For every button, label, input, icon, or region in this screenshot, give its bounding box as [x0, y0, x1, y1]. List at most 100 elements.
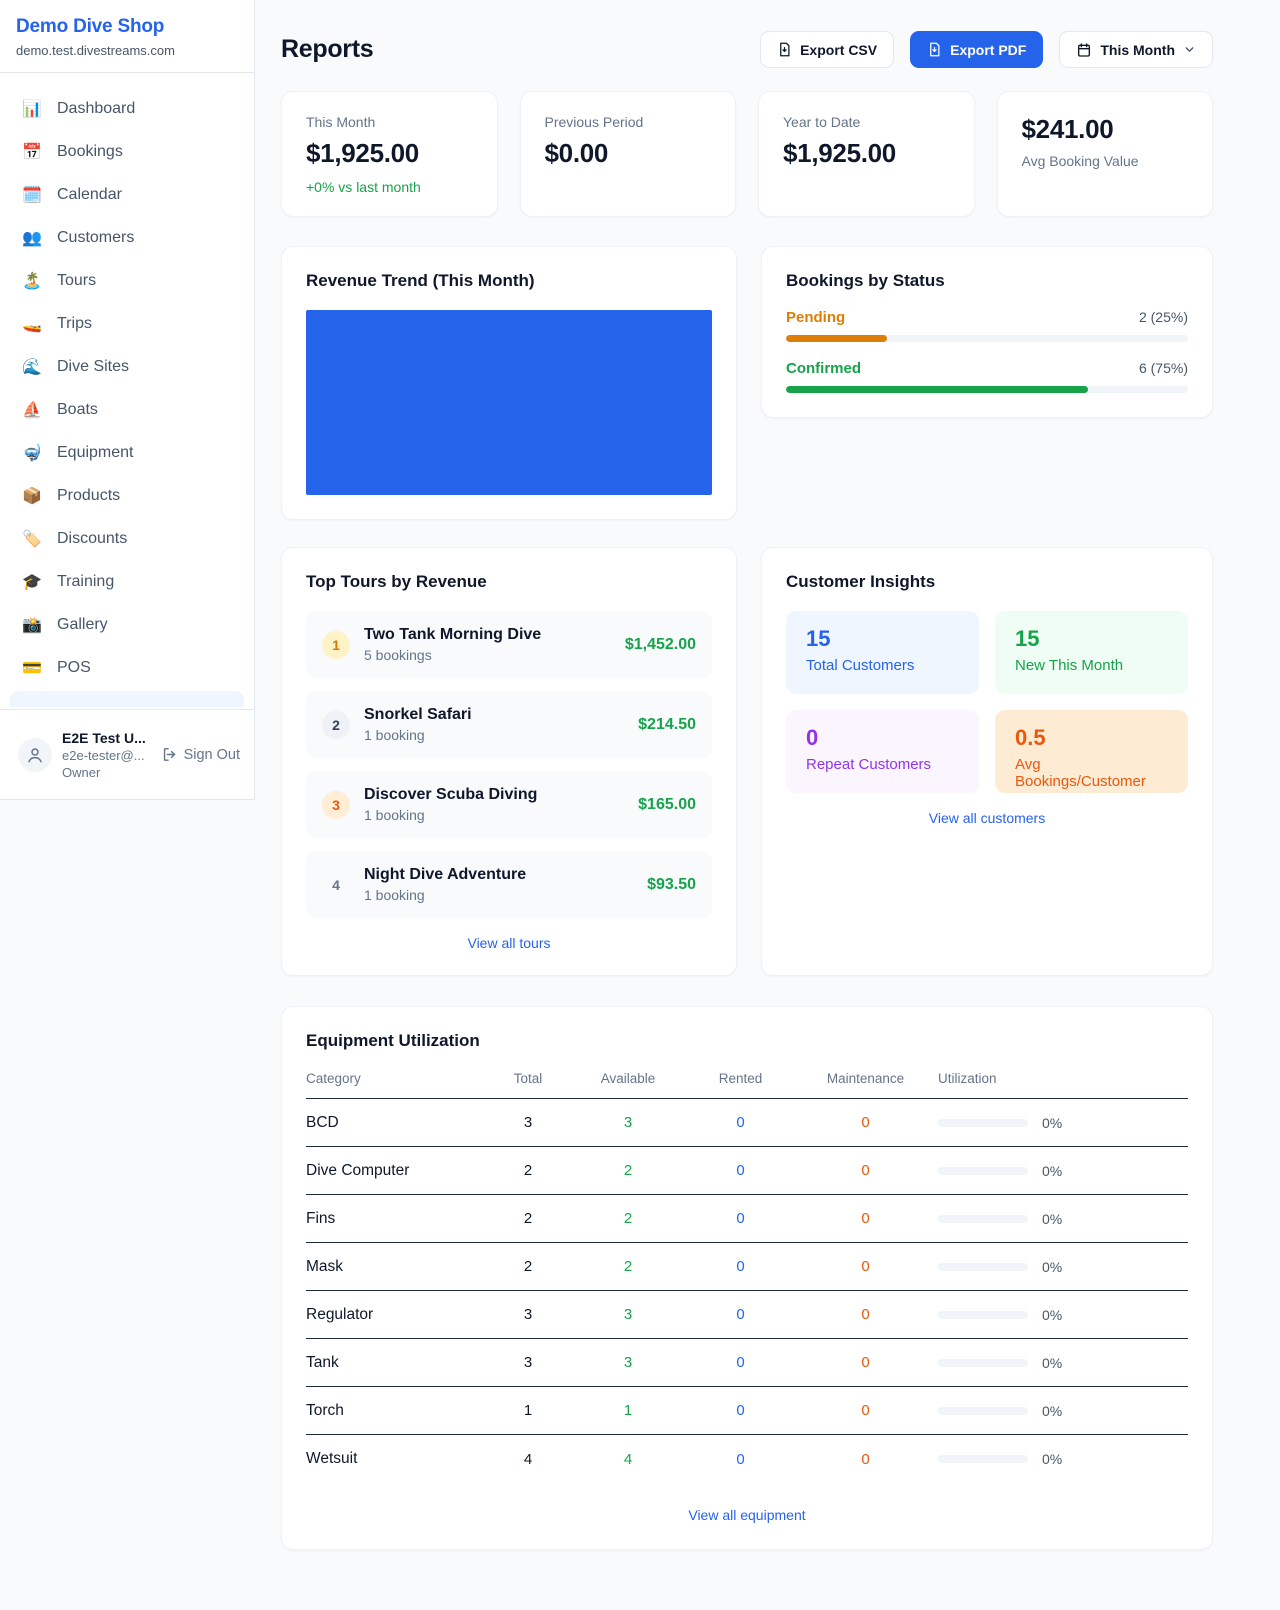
main-content: Reports Export CSV Export PDF This Month — [281, 31, 1213, 1550]
sidebar-item-reports-partial[interactable] — [10, 691, 244, 707]
cell-available: 2 — [568, 1210, 688, 1227]
insight-tile-total-customers: 15 Total Customers — [786, 611, 979, 694]
camera-icon: 📸 — [20, 615, 44, 635]
cell-available: 3 — [568, 1114, 688, 1131]
tour-bookings: 1 booking — [364, 887, 647, 903]
sidebar-item-equipment[interactable]: 🤿 Equipment — [10, 431, 244, 474]
sailboat-icon: ⛵ — [20, 400, 44, 420]
tour-row[interactable]: 3 Discover Scuba Diving 1 booking $165.0… — [306, 771, 712, 838]
sidebar-item-customers[interactable]: 👥 Customers — [10, 216, 244, 259]
revenue-trend-title: Revenue Trend (This Month) — [306, 271, 712, 291]
cell-maintenance: 0 — [793, 1258, 938, 1275]
utilization-bar — [938, 1119, 1028, 1127]
sidebar-item-label: Calendar — [57, 186, 122, 204]
export-pdf-button[interactable]: Export PDF — [910, 31, 1043, 68]
people-icon: 👥 — [20, 228, 44, 248]
customer-insights-title: Customer Insights — [786, 572, 1188, 592]
sidebar-item-label: Dive Sites — [57, 358, 129, 376]
avatar — [18, 738, 52, 772]
view-all-customers-link[interactable]: View all customers — [786, 810, 1188, 826]
col-header-available: Available — [568, 1071, 688, 1086]
cell-rented: 0 — [688, 1354, 793, 1371]
sidebar-item-training[interactable]: 🎓 Training — [10, 560, 244, 603]
cell-rented: 0 — [688, 1306, 793, 1323]
tour-row[interactable]: 4 Night Dive Adventure 1 booking $93.50 — [306, 851, 712, 918]
status-count: 2 (25%) — [1139, 309, 1188, 325]
stat-card-this-month: This Month $1,925.00 +0% vs last month — [281, 91, 498, 217]
col-header-rented: Rented — [688, 1071, 793, 1086]
sidebar-item-label: Trips — [57, 315, 92, 333]
insight-label: Repeat Customers — [806, 756, 959, 773]
insight-label: Total Customers — [806, 657, 959, 674]
tour-amount: $214.50 — [638, 716, 696, 734]
insight-value: 0 — [806, 725, 959, 751]
stat-value: $1,925.00 — [783, 138, 950, 169]
diving-mask-icon: 🤿 — [20, 443, 44, 463]
sidebar-item-bookings[interactable]: 📅 Bookings — [10, 130, 244, 173]
insight-value: 0.5 — [1015, 725, 1168, 751]
cell-rented: 0 — [688, 1210, 793, 1227]
cell-utilization: 0% — [1042, 1355, 1062, 1371]
sidebar-item-calendar[interactable]: 🗓️ Calendar — [10, 173, 244, 216]
top-tours-title: Top Tours by Revenue — [306, 572, 712, 592]
cell-maintenance: 0 — [793, 1162, 938, 1179]
customer-insights-card: Customer Insights 15 Total Customers 15 … — [761, 547, 1213, 976]
insight-label: Avg Bookings/Customer — [1015, 756, 1168, 790]
export-csv-button[interactable]: Export CSV — [760, 31, 894, 68]
sign-out-button[interactable]: Sign Out — [161, 746, 240, 763]
cell-category: Regulator — [306, 1306, 488, 1324]
calendar-icon — [1076, 42, 1092, 58]
sidebar-nav: 📊 Dashboard 📅 Bookings 🗓️ Calendar 👥 Cus… — [0, 73, 254, 709]
sidebar-item-discounts[interactable]: 🏷️ Discounts — [10, 517, 244, 560]
tour-row[interactable]: 1 Two Tank Morning Dive 5 bookings $1,45… — [306, 611, 712, 678]
speedboat-icon: 🚤 — [20, 314, 44, 334]
sidebar-item-pos[interactable]: 💳 POS — [10, 646, 244, 689]
col-header-maintenance: Maintenance — [793, 1071, 938, 1086]
utilization-bar — [938, 1407, 1028, 1415]
cell-total: 1 — [488, 1402, 568, 1419]
island-icon: 🏝️ — [20, 271, 44, 291]
stat-label: Previous Period — [545, 114, 712, 130]
brand-block: Demo Dive Shop demo.test.divestreams.com — [0, 0, 254, 73]
cell-category: Wetsuit — [306, 1450, 488, 1468]
sidebar: Demo Dive Shop demo.test.divestreams.com… — [0, 0, 255, 800]
cell-total: 2 — [488, 1162, 568, 1179]
stat-value: $1,925.00 — [306, 138, 473, 169]
cell-utilization: 0% — [1042, 1403, 1062, 1419]
page-header: Reports Export CSV Export PDF This Month — [281, 31, 1213, 68]
equipment-utilization-card: Equipment Utilization Category Total Ava… — [281, 1006, 1213, 1550]
sidebar-item-products[interactable]: 📦 Products — [10, 474, 244, 517]
tour-bookings: 1 booking — [364, 727, 638, 743]
col-header-total: Total — [488, 1071, 568, 1086]
tour-row[interactable]: 2 Snorkel Safari 1 booking $214.50 — [306, 691, 712, 758]
cell-available: 2 — [568, 1258, 688, 1275]
insight-value: 15 — [1015, 626, 1168, 652]
view-all-equipment-link[interactable]: View all equipment — [306, 1507, 1188, 1523]
stat-label: Year to Date — [783, 114, 950, 130]
cell-category: BCD — [306, 1114, 488, 1132]
person-icon — [26, 746, 44, 764]
cell-maintenance: 0 — [793, 1451, 938, 1468]
status-bar-track — [786, 386, 1188, 393]
cell-total: 2 — [488, 1258, 568, 1275]
tour-amount: $93.50 — [647, 876, 696, 894]
insight-label: New This Month — [1015, 657, 1168, 674]
view-all-tours-link[interactable]: View all tours — [306, 935, 712, 951]
user-meta: E2E Test U... e2e-tester@... Owner — [62, 730, 161, 780]
table-row: Wetsuit 4 4 0 0 0% — [306, 1435, 1188, 1483]
sidebar-item-gallery[interactable]: 📸 Gallery — [10, 603, 244, 646]
cell-available: 1 — [568, 1402, 688, 1419]
sidebar-item-dive-sites[interactable]: 🌊 Dive Sites — [10, 345, 244, 388]
credit-card-icon: 💳 — [20, 658, 44, 678]
period-selector[interactable]: This Month — [1059, 31, 1213, 68]
sidebar-item-tours[interactable]: 🏝️ Tours — [10, 259, 244, 302]
cell-maintenance: 0 — [793, 1114, 938, 1131]
calendar-pad-icon: 🗓️ — [20, 185, 44, 205]
sidebar-item-trips[interactable]: 🚤 Trips — [10, 302, 244, 345]
sidebar-item-dashboard[interactable]: 📊 Dashboard — [10, 87, 244, 130]
table-row: Fins 2 2 0 0 0% — [306, 1195, 1188, 1243]
tag-icon: 🏷️ — [20, 529, 44, 549]
sidebar-item-boats[interactable]: ⛵ Boats — [10, 388, 244, 431]
sidebar-item-label: Products — [57, 487, 120, 505]
cell-maintenance: 0 — [793, 1210, 938, 1227]
